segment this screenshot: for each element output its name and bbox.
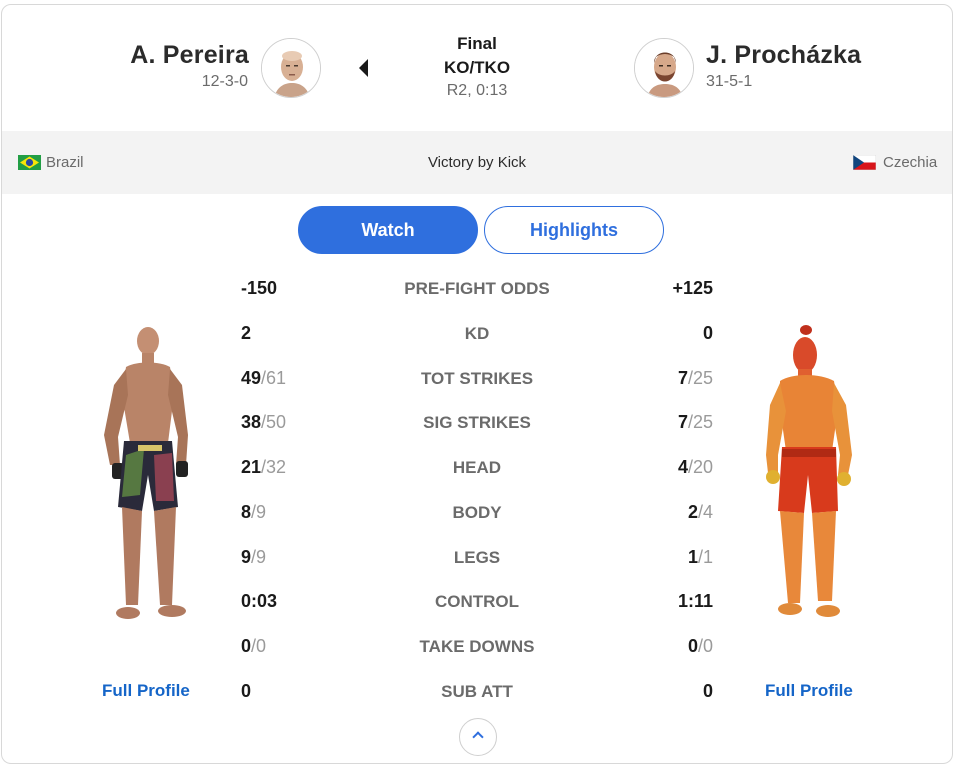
stat-row: 2 KD 0: [0, 323, 954, 353]
stat-right-value: 7/25: [677, 367, 713, 388]
stat-right-value: 0: [702, 680, 713, 701]
left-full-profile-link[interactable]: Full Profile: [102, 681, 190, 701]
left-fighter-name[interactable]: A. Pereira: [130, 41, 249, 70]
stat-row: 49/61 TOT STRIKES 7/25: [0, 368, 954, 398]
fight-status: Final: [457, 34, 497, 53]
right-full-profile-link[interactable]: Full Profile: [765, 681, 853, 701]
left-fighter-record: 12-3-0: [201, 73, 248, 90]
stat-row: 8/9 BODY 2/4: [0, 502, 954, 532]
stat-left-value: 0: [241, 680, 252, 701]
stat-left-value: 38/50: [241, 412, 287, 433]
stat-right-value: 1/1: [687, 546, 713, 567]
stat-label: SUB ATT: [441, 681, 513, 701]
stat-label: CONTROL: [434, 592, 520, 612]
stat-label: LEGS: [453, 547, 501, 567]
stat-row: 9/9 LEGS 1/1: [0, 547, 954, 577]
stat-right-value: 0/0: [687, 636, 713, 656]
stat-left-value: 0/0: [241, 636, 267, 656]
brazil-flag-icon: [18, 155, 41, 170]
left-fighter-avatar[interactable]: [261, 38, 321, 98]
stat-label: PRE-FIGHT ODDS: [404, 279, 550, 298]
stat-label: TAKE DOWNS: [419, 637, 535, 656]
stat-left-value: -150: [241, 278, 278, 298]
right-fighter-record: 31-5-1: [706, 73, 753, 90]
stat-right-value: 7/25: [677, 412, 713, 433]
stat-right-value: 2/4: [687, 501, 713, 522]
stat-right-value: 0: [702, 322, 713, 343]
stat-label: KD: [464, 323, 490, 343]
stat-left-value: 49/61: [241, 367, 287, 388]
fight-time: R2, 0:13: [446, 82, 508, 99]
stat-right-value: 1:11: [677, 591, 713, 612]
stat-left-value: 21/32: [241, 457, 287, 477]
stat-left-value: 2: [241, 322, 252, 343]
scroll-up-button[interactable]: [459, 718, 497, 756]
chevron-up-icon: [472, 731, 484, 743]
czechia-flag-icon: [853, 155, 876, 170]
stat-right-value: +125: [672, 278, 713, 298]
stat-label: TOT STRIKES: [420, 368, 534, 388]
right-fighter-country: Czechia: [883, 154, 938, 171]
stat-row: 0/0 TAKE DOWNS 0/0: [0, 636, 954, 666]
stat-right-value: 4/20: [677, 457, 713, 477]
highlights-button[interactable]: Highlights: [484, 206, 664, 254]
watch-button[interactable]: Watch: [298, 206, 478, 254]
victory-description: Victory by Kick: [427, 154, 527, 171]
stat-label: SIG STRIKES: [423, 413, 531, 433]
stat-row: 0:03 CONTROL 1:11: [0, 591, 954, 621]
left-fighter-country: Brazil: [46, 154, 84, 171]
stat-left-value: 0:03: [241, 591, 278, 612]
stat-label: HEAD: [452, 458, 502, 477]
stat-row: 38/50 SIG STRIKES 7/25: [0, 412, 954, 442]
stat-left-value: 8/9: [241, 501, 267, 522]
fight-method: KO/TKO: [443, 58, 511, 77]
right-fighter-avatar[interactable]: [634, 38, 694, 98]
stat-row: 21/32 HEAD 4/20: [0, 457, 954, 487]
stat-row: -150 PRE-FIGHT ODDS +125: [0, 278, 954, 308]
right-fighter-name[interactable]: J. Procházka: [706, 41, 861, 70]
stat-left-value: 9/9: [241, 546, 267, 567]
stat-label: BODY: [452, 502, 502, 522]
caret-left-icon: [359, 59, 368, 77]
